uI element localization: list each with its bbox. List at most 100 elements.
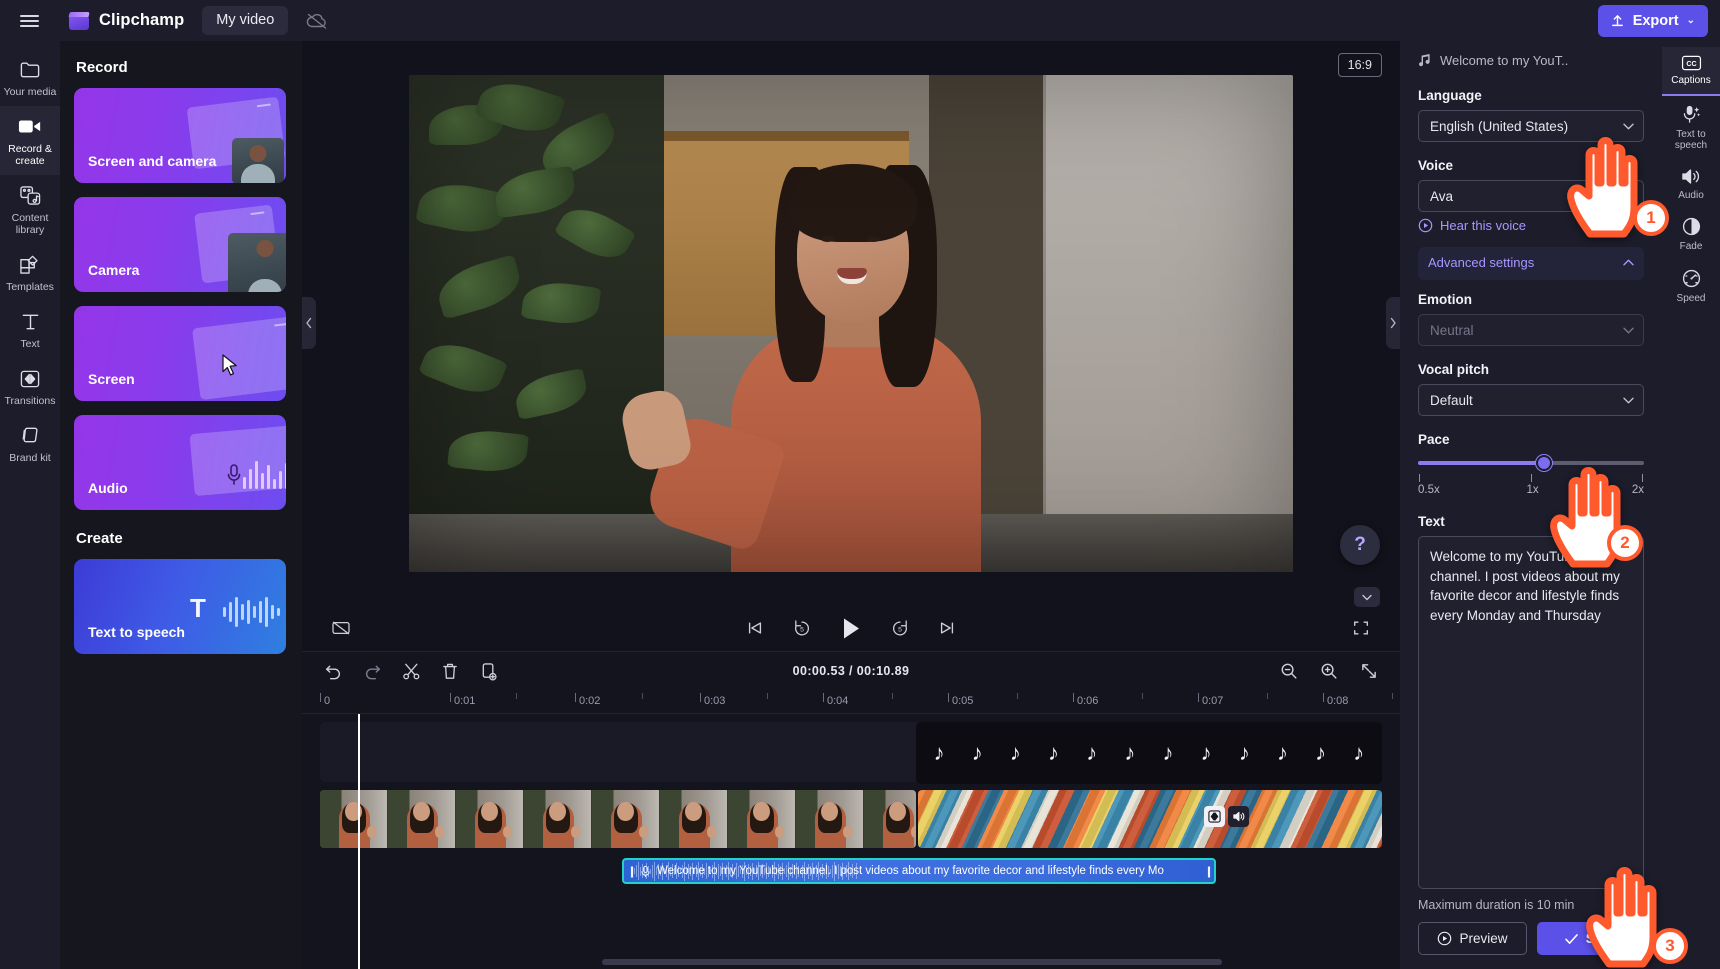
voice-select[interactable]: Ava — [1418, 180, 1644, 212]
card-screen[interactable]: Screen — [74, 306, 286, 401]
project-name-tab[interactable]: My video — [202, 6, 289, 35]
sidebar-item-your-media[interactable]: Your media — [0, 49, 60, 106]
sidebar-item-text[interactable]: Text — [0, 301, 60, 358]
zoom-out-button[interactable] — [1276, 658, 1302, 684]
volume-badge[interactable] — [1228, 806, 1249, 827]
collapse-right-panel-handle[interactable] — [1386, 297, 1400, 349]
skip-to-start-icon — [748, 622, 762, 634]
zoom-in-button[interactable] — [1316, 658, 1342, 684]
help-button[interactable]: ? — [1340, 525, 1380, 565]
transition-badge[interactable] — [1204, 806, 1225, 827]
pace-slider[interactable] — [1418, 454, 1644, 472]
sidebar-item-transitions[interactable]: Transitions — [0, 358, 60, 415]
timeline-scrollbar[interactable] — [602, 959, 1222, 965]
skip-to-end-button[interactable] — [934, 615, 960, 641]
cloud-off-icon[interactable] — [304, 8, 330, 34]
timeline-toolbar: 00:00.53 / 00:10.89 — [302, 652, 1400, 690]
card-camera[interactable]: Camera — [74, 197, 286, 292]
clip-title-row: Welcome to my YouT.. — [1418, 53, 1644, 68]
chevron-down-icon — [1623, 397, 1634, 403]
pace-mid-label: 1x — [1526, 484, 1539, 496]
language-select[interactable]: English (United States) — [1418, 110, 1644, 142]
delete-button[interactable] — [437, 658, 463, 684]
music-note-icon: ♪ — [1200, 740, 1212, 765]
playhead[interactable] — [358, 714, 360, 969]
tab-label: Fade — [1679, 241, 1703, 252]
video-clip[interactable] — [320, 790, 916, 848]
text-icon — [20, 310, 41, 333]
sidebar-item-brand-kit[interactable]: Brand kit — [0, 415, 60, 472]
card-audio[interactable]: Audio — [74, 415, 286, 510]
ruler-tick-label: 0:06 — [1077, 695, 1099, 707]
clipchamp-logo-icon — [68, 11, 90, 31]
tab-audio[interactable]: Audio — [1662, 159, 1720, 209]
tab-text-to-speech[interactable]: Text to speech — [1662, 96, 1720, 159]
fit-to-screen-button[interactable] — [1356, 658, 1382, 684]
redo-button[interactable] — [359, 658, 385, 684]
captions-toggle-button[interactable] — [328, 615, 354, 641]
waveform-art — [243, 459, 286, 489]
duplicate-button[interactable] — [476, 658, 502, 684]
pace-max-label: 2x — [1631, 484, 1644, 496]
sidebar-item-templates[interactable]: Templates — [0, 244, 60, 301]
timeline-tracks[interactable]: ♪ ♪ ♪ ♪ ♪ ♪ ♪ ♪ ♪ ♪ ♪ ♪ || Welcome to my… — [302, 714, 1400, 969]
secondary-video-clip[interactable] — [918, 790, 1382, 848]
chevron-down-icon — [1623, 327, 1634, 333]
tab-fade[interactable]: Fade — [1662, 208, 1720, 260]
clip-thumbnail — [388, 790, 456, 848]
vocal-pitch-label: Vocal pitch — [1418, 362, 1490, 377]
voice-value: Ava — [1430, 188, 1454, 204]
undo-button[interactable] — [320, 658, 346, 684]
tab-captions[interactable]: CC Captions — [1662, 47, 1720, 96]
video-canvas[interactable] — [409, 74, 1293, 572]
tab-speed[interactable]: Speed — [1662, 260, 1720, 312]
card-screen-and-camera[interactable]: Screen and camera — [74, 88, 286, 183]
aspect-ratio-badge[interactable]: 16:9 — [1337, 53, 1382, 77]
fullscreen-button[interactable] — [1348, 615, 1374, 641]
annotation-badge-1: 1 — [1633, 200, 1669, 236]
ruler-tick-label: 0 — [324, 695, 331, 707]
voice-label: Voice — [1418, 158, 1454, 173]
tab-label: Text to speech — [1674, 128, 1708, 152]
brand-kit-icon — [19, 424, 41, 447]
video-preview[interactable] — [409, 74, 1293, 572]
play-circle-icon — [1418, 218, 1433, 233]
collapse-left-panel-handle[interactable] — [302, 297, 316, 349]
advanced-settings-toggle[interactable]: Advanced settings — [1418, 247, 1644, 280]
audio-clip-label: Welcome to my YouTube channel. I post vi… — [657, 865, 1164, 877]
trash-icon — [443, 663, 457, 679]
annotation-badge-3: 3 — [1652, 928, 1688, 964]
rewind-5s-button[interactable]: 5 — [789, 615, 815, 641]
preview-stage: 16:9 ? — [302, 41, 1400, 605]
card-text-to-speech[interactable]: T Text to speech — [74, 559, 286, 654]
chevron-right-icon — [1390, 317, 1396, 329]
clip-thumbnail — [320, 790, 388, 848]
timeline-expand-button[interactable] — [1354, 587, 1380, 607]
export-button[interactable]: Export ⌄ — [1597, 4, 1708, 37]
forward-5s-icon: 5 — [892, 620, 907, 636]
sidebar-label: Transitions — [4, 395, 56, 407]
save-button[interactable]: Save — [1537, 922, 1644, 955]
properties-actions: Preview Save — [1418, 922, 1644, 969]
preview-button[interactable]: Preview — [1418, 922, 1527, 955]
chevron-left-icon — [306, 317, 312, 329]
overlay-music-clip[interactable]: ♪ ♪ ♪ ♪ ♪ ♪ ♪ ♪ ♪ ♪ ♪ ♪ — [916, 722, 1382, 784]
split-button[interactable] — [398, 658, 424, 684]
forward-5s-button[interactable]: 5 — [887, 615, 913, 641]
export-label: Export — [1632, 12, 1679, 29]
vocal-pitch-select[interactable]: Default — [1418, 384, 1644, 416]
emotion-select[interactable]: Neutral — [1418, 314, 1644, 346]
hear-this-voice-button[interactable]: Hear this voice — [1418, 218, 1644, 233]
timeline-ruler[interactable]: 0 0:01 0:02 0:03 0:04 0:05 0:06 0:07 0:0… — [302, 690, 1400, 714]
screen-art — [182, 315, 286, 401]
tts-text-input[interactable]: Welcome to my YouTube channel. I post vi… — [1418, 536, 1644, 889]
vocal-pitch-value: Default — [1430, 392, 1473, 408]
hamburger-icon[interactable] — [12, 6, 46, 36]
skip-to-start-button[interactable] — [742, 615, 768, 641]
zoom-out-icon — [1281, 663, 1297, 679]
text-to-speech-audio-clip[interactable]: || Welcome to my YouTube channel. I post… — [622, 858, 1216, 884]
play-button[interactable] — [836, 613, 866, 643]
pace-slider-thumb[interactable] — [1535, 455, 1552, 471]
sidebar-item-content-library[interactable]: Content library — [0, 175, 60, 244]
sidebar-item-record-create[interactable]: Record & create — [0, 106, 60, 175]
